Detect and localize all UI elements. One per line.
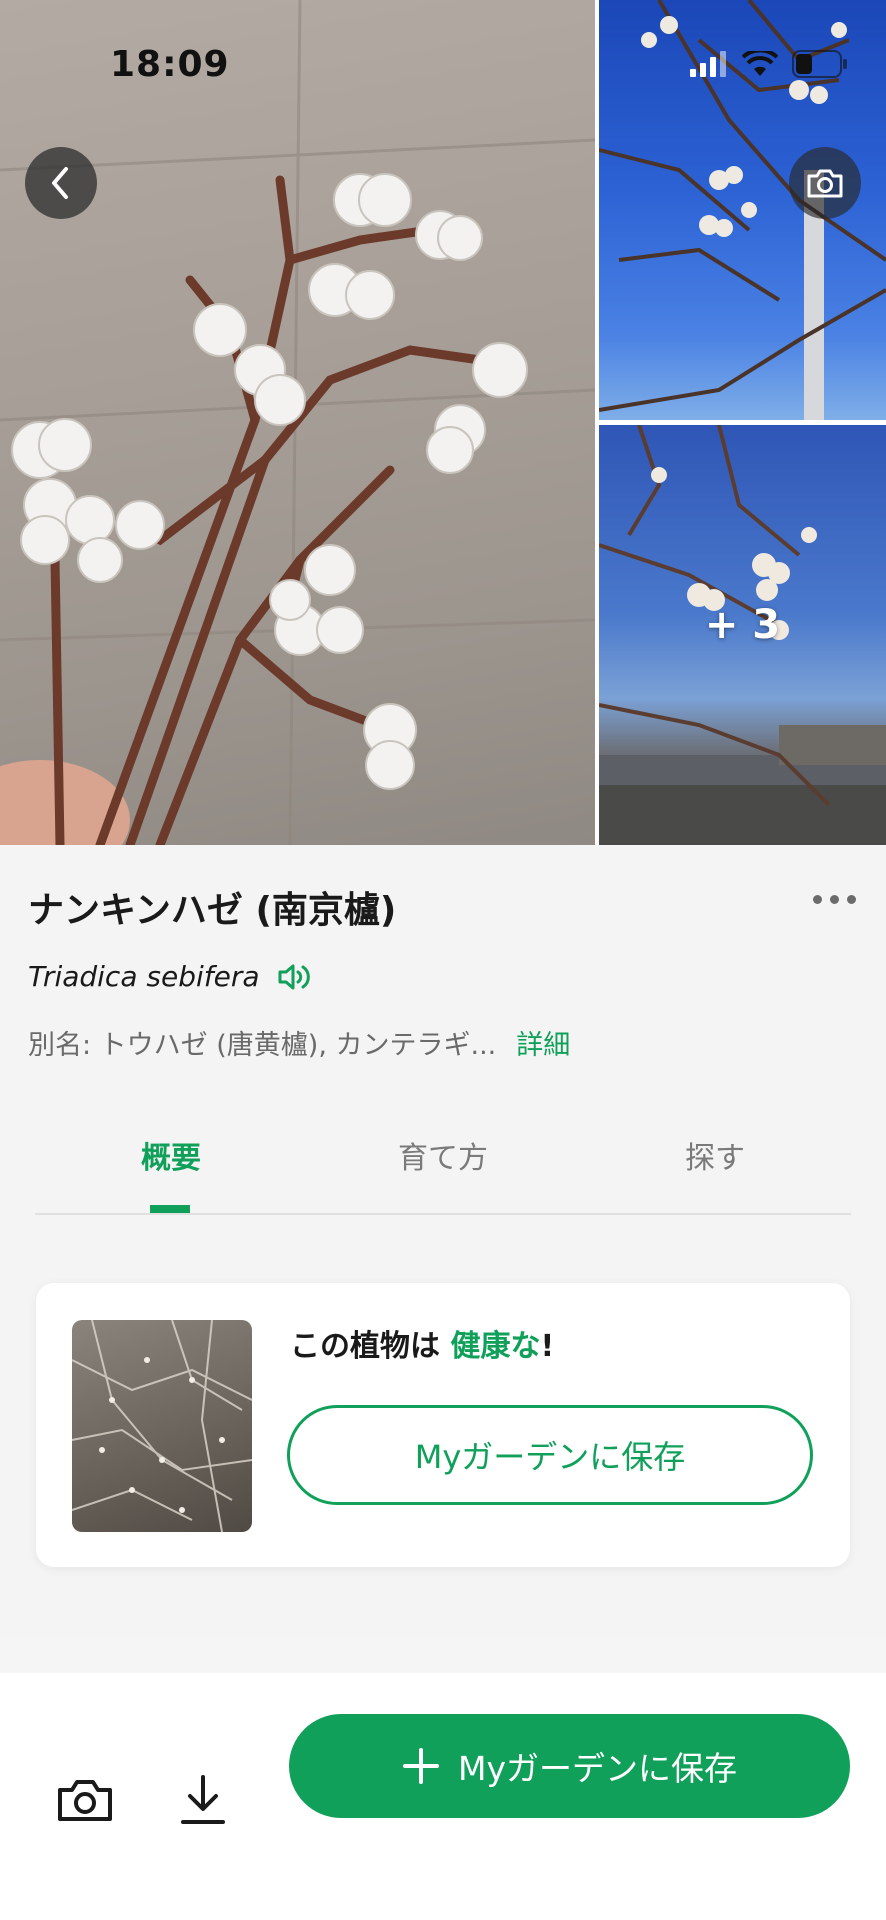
primary-save-button[interactable]: Myガーデンに保存	[289, 1714, 850, 1818]
thumbnail-image	[72, 1320, 252, 1532]
health-status-prefix: この植物は	[290, 1329, 451, 1364]
photo-gallery: + 3 18:09	[0, 0, 886, 845]
status-icons	[690, 50, 848, 78]
camera-icon	[58, 1780, 112, 1821]
bottom-camera-button[interactable]	[50, 1765, 120, 1835]
dot-icon	[830, 895, 839, 904]
more-photos-tile[interactable]: + 3	[599, 425, 886, 845]
camera-icon	[807, 169, 843, 198]
chevron-left-icon	[52, 167, 68, 199]
health-thumbnail	[72, 1320, 252, 1532]
download-button[interactable]	[168, 1765, 238, 1835]
more-photos-count: + 3	[704, 602, 781, 648]
camera-button[interactable]	[789, 147, 861, 219]
speaker-icon[interactable]	[278, 963, 310, 991]
plant-name: ナンキンハゼ (南京櫨)	[28, 890, 397, 931]
back-button[interactable]	[25, 147, 97, 219]
primary-save-label: Myガーデンに保存	[457, 1749, 737, 1788]
tab-overview[interactable]: 概要	[35, 1115, 307, 1213]
signal-icon	[690, 51, 726, 77]
health-card: この植物は 健康な! Myガーデンに保存	[36, 1283, 850, 1567]
dot-icon	[847, 895, 856, 904]
more-options-button[interactable]	[813, 895, 856, 904]
photo-content	[0, 0, 595, 845]
main-photo[interactable]	[0, 0, 595, 845]
bottom-action-bar: Myガーデンに保存	[0, 1673, 886, 1920]
alias-text: 別名: トウハゼ (唐黄櫨), カンテラギ...	[28, 1030, 497, 1061]
plant-info: ナンキンハゼ (南京櫨) Triadica sebifera 別名: トウハゼ …	[0, 845, 886, 1635]
download-icon	[181, 1775, 225, 1824]
health-status-suffix: !	[540, 1329, 555, 1364]
battery-icon	[792, 50, 847, 78]
health-status-value: 健康な	[450, 1329, 541, 1364]
detail-link[interactable]: 詳細	[516, 1023, 570, 1062]
status-time: 18:09	[110, 44, 230, 85]
health-status: この植物は 健康な!	[290, 1321, 554, 1365]
plus-icon	[402, 1748, 439, 1784]
dot-icon	[813, 895, 822, 904]
tab-find[interactable]: 探す	[579, 1115, 851, 1213]
wifi-icon	[742, 51, 778, 76]
tab-bar: 概要 育て方 探す	[35, 1115, 851, 1215]
save-to-garden-button[interactable]: Myガーデンに保存	[287, 1405, 813, 1505]
tab-care[interactable]: 育て方	[307, 1115, 579, 1213]
scientific-name: Triadica sebifera	[28, 960, 260, 993]
scientific-name-row: Triadica sebifera	[28, 960, 310, 993]
alias-row: 別名: トウハゼ (唐黄櫨), カンテラギ... 詳細	[28, 1023, 570, 1062]
